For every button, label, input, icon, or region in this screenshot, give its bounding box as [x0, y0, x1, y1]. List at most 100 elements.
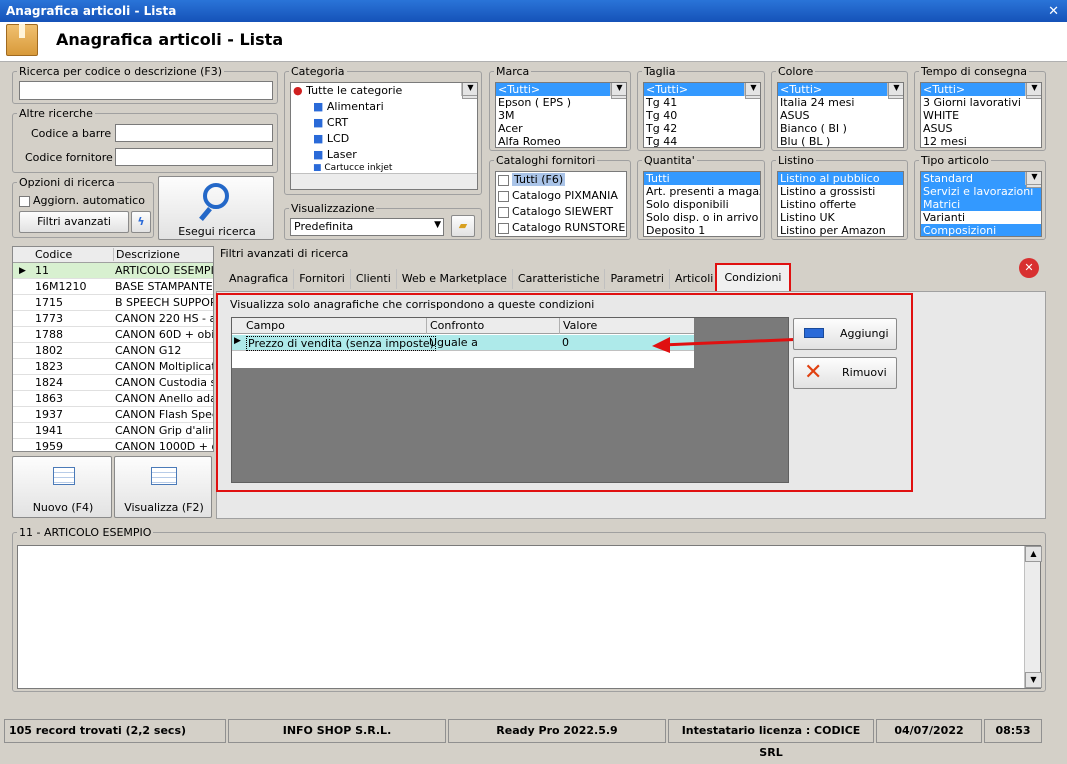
- list-item[interactable]: Composizioni: [921, 224, 1041, 236]
- tab-parametri[interactable]: Parametri: [605, 269, 670, 289]
- category-tree[interactable]: ● Tutte le categorie ■ Alimentari ■ CRT …: [290, 82, 478, 190]
- col-compare[interactable]: Confronto: [426, 318, 487, 334]
- category-root[interactable]: ● Tutte le categorie: [291, 83, 477, 99]
- table-row[interactable]: 1773 CANON 220 HS - argento: [13, 311, 213, 327]
- close-icon[interactable]: ✕: [1048, 4, 1059, 19]
- list-item[interactable]: 3M: [496, 109, 626, 122]
- table-row[interactable]: 1788 CANON 60D + obiettivo: [13, 327, 213, 343]
- list-item[interactable]: Epson ( EPS ): [496, 96, 626, 109]
- catalog-item[interactable]: Catalogo RUNSTORE: [496, 220, 626, 236]
- list-item[interactable]: <Tutti>: [644, 83, 760, 96]
- list-item[interactable]: Listino a grossisti: [778, 185, 903, 198]
- lightning-icon[interactable]: ϟ: [131, 211, 151, 233]
- condition-value[interactable]: 0: [562, 336, 569, 349]
- brand-scroll[interactable]: [610, 83, 626, 99]
- category-item[interactable]: ■ LCD: [291, 131, 477, 147]
- list-item[interactable]: Bianco ( BI ): [778, 122, 903, 135]
- condition-field[interactable]: Prezzo di vendita (senza imposte): [246, 336, 436, 351]
- run-search-button[interactable]: Esegui ricerca: [158, 176, 274, 240]
- table-row[interactable]: 1802 CANON G12: [13, 343, 213, 359]
- category-item[interactable]: ■ Cartucce inkjet: [291, 163, 477, 173]
- list-item[interactable]: Listino per Amazon: [778, 224, 903, 236]
- col-code[interactable]: Codice: [35, 248, 72, 261]
- add-condition-button[interactable]: Aggiungi: [793, 318, 897, 350]
- catalogs-list[interactable]: Tutti (F6) Catalogo PIXMANIA Catalogo SI…: [495, 171, 627, 237]
- list-item[interactable]: Acer: [496, 122, 626, 135]
- quantity-list[interactable]: Tutti Art. presenti a magazzino Solo dis…: [643, 171, 761, 237]
- view-button[interactable]: Visualizza (F2): [114, 456, 212, 518]
- category-hscroll[interactable]: [291, 173, 477, 189]
- remove-condition-button[interactable]: ✕ Rimuovi: [793, 357, 897, 389]
- color-scroll[interactable]: [887, 83, 903, 99]
- list-item[interactable]: Listino UK: [778, 211, 903, 224]
- detail-textarea[interactable]: [17, 545, 1042, 689]
- table-row[interactable]: 1715 B SPEECH SUPPORTO: [13, 295, 213, 311]
- new-button[interactable]: Nuovo (F4): [12, 456, 112, 518]
- table-row[interactable]: 1937 CANON Flash Speedlite: [13, 407, 213, 423]
- list-item[interactable]: Blu ( BL ): [778, 135, 903, 147]
- col-desc[interactable]: Descrizione: [113, 248, 180, 261]
- list-item[interactable]: <Tutti>: [778, 83, 903, 96]
- tab-anagrafica[interactable]: Anagrafica: [224, 269, 295, 289]
- color-list[interactable]: <Tutti> Italia 24 mesi ASUS Bianco ( BI …: [777, 82, 904, 148]
- condition-compare[interactable]: Uguale a: [429, 336, 478, 349]
- list-item[interactable]: Varianti: [921, 211, 1041, 224]
- delivery-scroll[interactable]: [1025, 83, 1041, 99]
- list-item[interactable]: Tg 41: [644, 96, 760, 109]
- list-item[interactable]: ASUS: [778, 109, 903, 122]
- list-item[interactable]: <Tutti>: [496, 83, 626, 96]
- list-item[interactable]: Solo disponibili: [644, 198, 760, 211]
- list-item[interactable]: Listino offerte: [778, 198, 903, 211]
- folder-icon[interactable]: ▰: [451, 215, 475, 237]
- table-row[interactable]: 1824 CANON Custodia sub: [13, 375, 213, 391]
- list-item[interactable]: Tg 42: [644, 122, 760, 135]
- type-list[interactable]: Standard Servizi e lavorazioni Matrici V…: [920, 171, 1042, 237]
- list-item[interactable]: WHITE: [921, 109, 1041, 122]
- list-item[interactable]: ASUS: [921, 122, 1041, 135]
- category-item[interactable]: ■ Laser: [291, 147, 477, 163]
- view-select[interactable]: Predefinita ▼: [290, 218, 444, 236]
- catalog-item[interactable]: Tutti (F6): [496, 172, 626, 188]
- brand-list[interactable]: <Tutti> Epson ( EPS ) 3M Acer Alfa Romeo: [495, 82, 627, 148]
- list-item[interactable]: Servizi e lavorazioni: [921, 185, 1041, 198]
- list-item[interactable]: Tg 44: [644, 135, 760, 147]
- catalog-item[interactable]: Catalogo SIEWERT: [496, 204, 626, 220]
- tab-condizioni[interactable]: Condizioni: [715, 263, 791, 293]
- detail-scroll[interactable]: [1024, 546, 1042, 688]
- list-item[interactable]: Art. presenti a magazzino: [644, 185, 760, 198]
- list-item[interactable]: Solo disp. o in arrivo: [644, 211, 760, 224]
- auto-update-checkbox[interactable]: Aggiorn. automatico: [19, 194, 145, 207]
- tab-clienti[interactable]: Clienti: [351, 269, 397, 289]
- pricelist-list[interactable]: Listino al pubblico Listino a grossisti …: [777, 171, 904, 237]
- condition-row[interactable]: ▶ Prezzo di vendita (senza imposte) Ugua…: [232, 335, 694, 351]
- list-item[interactable]: 3 Giorni lavorativi: [921, 96, 1041, 109]
- tab-fornitori[interactable]: Fornitori: [294, 269, 351, 289]
- close-filters-icon[interactable]: ✕: [1019, 258, 1039, 278]
- col-value[interactable]: Valore: [559, 318, 600, 334]
- tab-caratteristiche[interactable]: Caratteristiche: [513, 269, 606, 289]
- supplier-code-input[interactable]: [115, 148, 273, 166]
- col-field[interactable]: Campo: [246, 319, 285, 332]
- list-item[interactable]: <Tutti>: [921, 83, 1041, 96]
- type-scroll[interactable]: [1025, 172, 1041, 188]
- size-list[interactable]: <Tutti> Tg 41 Tg 40 Tg 42 Tg 44: [643, 82, 761, 148]
- size-scroll[interactable]: [744, 83, 760, 99]
- table-row[interactable]: ▶ 11 ARTICOLO ESEMPIO: [13, 263, 213, 279]
- category-vscroll[interactable]: [461, 83, 477, 99]
- search-input[interactable]: [19, 81, 273, 100]
- tab-web[interactable]: Web e Marketplace: [397, 269, 513, 289]
- list-item[interactable]: Italia 24 mesi: [778, 96, 903, 109]
- table-row[interactable]: 1959 CANON 1000D + obiettivo: [13, 439, 213, 451]
- delivery-list[interactable]: <Tutti> 3 Giorni lavorativi WHITE ASUS 1…: [920, 82, 1042, 148]
- table-row[interactable]: 1863 CANON Anello adattatore: [13, 391, 213, 407]
- advanced-filters-button[interactable]: Filtri avanzati: [19, 211, 129, 233]
- list-item[interactable]: 12 mesi: [921, 135, 1041, 147]
- list-item[interactable]: Deposito 1: [644, 224, 760, 236]
- table-row[interactable]: 1823 CANON Moltiplicatore: [13, 359, 213, 375]
- barcode-input[interactable]: [115, 124, 273, 142]
- table-row[interactable]: 16M1210 BASE STAMPANTE PLOTTER: [13, 279, 213, 295]
- category-item[interactable]: ■ Alimentari: [291, 99, 477, 115]
- list-item[interactable]: Standard: [921, 172, 1041, 185]
- table-row[interactable]: 1941 CANON Grip d'alimentazione: [13, 423, 213, 439]
- list-item[interactable]: Tg 40: [644, 109, 760, 122]
